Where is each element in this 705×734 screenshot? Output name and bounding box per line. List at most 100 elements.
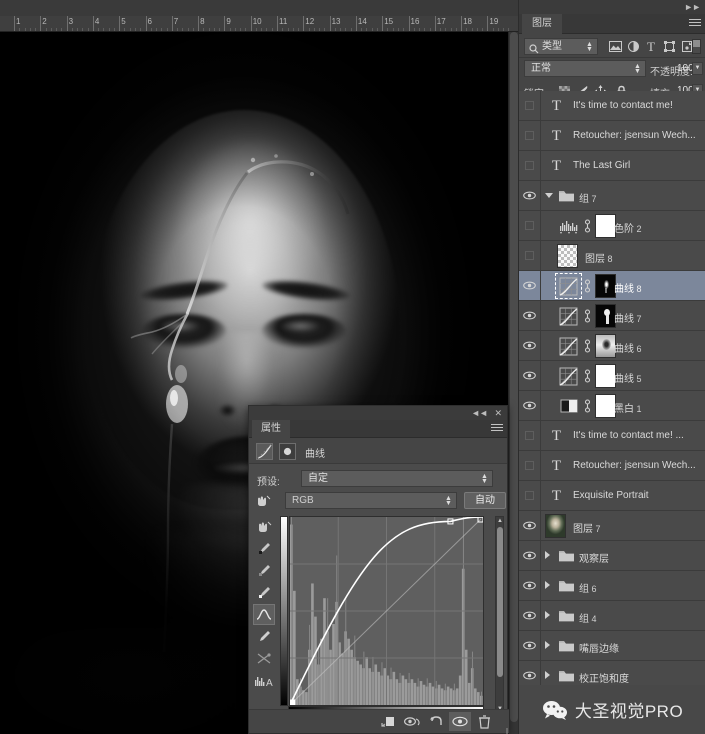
reset-button[interactable] (425, 712, 447, 731)
layer-visibility-toggle[interactable] (519, 421, 541, 450)
layer-visibility-toggle[interactable] (519, 121, 541, 150)
black-white-adjustment-icon[interactable] (557, 395, 580, 418)
on-image-adjust-tool[interactable] (253, 516, 275, 537)
levels-adjustment-icon[interactable] (557, 215, 580, 238)
layer-name[interactable]: It's time to contact me! ... (573, 430, 684, 441)
layer-row[interactable]: 组 4 (519, 601, 705, 631)
layer-row[interactable]: T It's time to contact me! ... (519, 421, 705, 451)
layer-visibility-toggle[interactable] (519, 541, 541, 570)
smooth-curve-tool[interactable] (253, 648, 275, 669)
layer-row[interactable]: T Exquisite Portrait (519, 481, 705, 511)
curves-adjustment-icon[interactable] (557, 365, 580, 388)
layer-name[interactable]: 组 7 (579, 190, 597, 205)
layer-name[interactable]: 曲线 8 (614, 280, 642, 295)
layer-row[interactable]: T Retoucher: jsensun Wech... (519, 121, 705, 151)
gray-point-eyedropper[interactable] (253, 560, 275, 581)
preset-select[interactable]: 自定 ▲ ▼ (301, 470, 493, 487)
tab-properties[interactable]: 属性 (252, 420, 290, 438)
properties-vertical-scrollbar[interactable]: ▲ ▼ (495, 516, 504, 714)
layer-mask-thumbnail[interactable] (595, 214, 616, 238)
layer-row[interactable]: T The Last Girl (519, 151, 705, 181)
layer-mask-thumbnail[interactable] (595, 334, 616, 358)
layer-visibility-toggle[interactable] (519, 271, 541, 300)
layer-visibility-toggle[interactable] (519, 361, 541, 390)
layer-visibility-toggle[interactable] (519, 91, 541, 120)
panel-menu-icon[interactable] (689, 19, 701, 29)
layer-name[interactable]: 图层 8 (585, 250, 613, 265)
layer-list[interactable]: T It's time to contact me! T Retoucher: jse… (519, 91, 705, 685)
link-mask-icon[interactable] (583, 338, 592, 354)
chevron-updown-icon[interactable]: ▲ ▼ (586, 41, 593, 53)
channel-select[interactable]: RGB ▲ ▼ (285, 492, 457, 509)
panel-menu-icon[interactable] (491, 424, 503, 434)
auto-button[interactable]: 自动 (464, 492, 506, 509)
shape-filter-icon[interactable] (661, 39, 677, 54)
layer-row[interactable]: 观察层 (519, 541, 705, 571)
delete-button[interactable] (473, 712, 495, 731)
scrollbar-thumb[interactable] (497, 527, 503, 677)
link-mask-icon[interactable] (583, 278, 592, 294)
layer-name[interactable]: 黑白 1 (614, 400, 642, 415)
layer-name[interactable]: 组 6 (579, 580, 597, 595)
opacity-dropdown-icon[interactable]: ▼ (692, 62, 703, 75)
white-point-eyedropper[interactable] (253, 582, 275, 603)
layer-visibility-toggle[interactable] (519, 391, 541, 420)
layer-visibility-toggle[interactable] (519, 571, 541, 600)
link-mask-icon[interactable] (583, 368, 592, 384)
panel-resize-grip[interactable] (499, 723, 508, 734)
curves-adjustment-icon[interactable] (557, 305, 580, 328)
collapse-icon[interactable]: ◄◄ (471, 408, 488, 418)
clip-to-layer-button[interactable] (377, 712, 399, 731)
view-previous-state-button[interactable] (401, 712, 423, 731)
layer-name[interactable]: Retoucher: jsensun Wech... (573, 460, 696, 471)
layer-visibility-toggle[interactable] (519, 601, 541, 630)
layer-row[interactable]: 曲线 6 (519, 331, 705, 361)
adjustment-filter-icon[interactable] (625, 39, 641, 54)
layer-row[interactable]: 曲线 5 (519, 361, 705, 391)
link-mask-icon[interactable] (583, 218, 592, 234)
black-point-eyedropper[interactable] (253, 538, 275, 559)
histogram-options-icon[interactable]: A (253, 670, 275, 691)
layer-visibility-toggle[interactable] (519, 241, 541, 270)
group-disclosure-triangle[interactable] (545, 193, 553, 198)
layer-name[interactable]: 曲线 6 (614, 340, 642, 355)
layer-name[interactable]: 色阶 2 (614, 220, 642, 235)
horizontal-ruler[interactable]: 1 2 3 4 5 6 7 8 9 10 11 12 13 14 15 16 17 18 19 (0, 16, 518, 32)
blend-mode-select[interactable]: 正常 ▲ ▼ (524, 60, 646, 77)
layer-visibility-toggle[interactable] (519, 511, 541, 540)
chevron-updown-icon[interactable]: ▲ ▼ (481, 473, 488, 485)
layer-row[interactable]: 色阶 2 (519, 211, 705, 241)
layer-visibility-toggle[interactable] (519, 631, 541, 660)
layer-row[interactable]: 图层 8 (519, 241, 705, 271)
close-icon[interactable]: ✕ (494, 408, 502, 418)
layer-thumbnail[interactable] (545, 514, 566, 538)
link-mask-icon[interactable] (583, 308, 592, 324)
on-image-adjust-icon[interactable] (255, 494, 271, 508)
scroll-up-arrow[interactable]: ▲ (497, 517, 503, 525)
layer-name[interactable]: 曲线 7 (614, 310, 642, 325)
layer-name[interactable]: It's time to contact me! (573, 100, 673, 111)
layer-row[interactable]: 校正饱和度 (519, 661, 705, 685)
curves-adjustment-icon[interactable] (557, 335, 580, 358)
layer-row[interactable]: T Retoucher: jsensun Wech... (519, 451, 705, 481)
group-disclosure-triangle[interactable] (545, 551, 550, 559)
layer-row[interactable]: 曲线 8 (519, 271, 705, 301)
layer-name[interactable]: The Last Girl (573, 160, 630, 171)
link-mask-icon[interactable] (583, 398, 592, 414)
layer-visibility-toggle[interactable] (519, 181, 541, 210)
layer-row[interactable]: T It's time to contact me! (519, 91, 705, 121)
layer-visibility-toggle[interactable] (519, 481, 541, 510)
layer-name[interactable]: 组 4 (579, 610, 597, 625)
layer-visibility-toggle[interactable] (519, 661, 541, 685)
chevron-updown-icon[interactable]: ▲ ▼ (634, 63, 641, 75)
layer-row[interactable]: 曲线 7 (519, 301, 705, 331)
group-disclosure-triangle[interactable] (545, 581, 550, 589)
tab-layers[interactable]: 图层 (522, 14, 562, 34)
curve-control-point[interactable] (290, 699, 296, 705)
layers-panel-titlebar[interactable]: ►► (519, 0, 705, 14)
pencil-tool[interactable] (253, 626, 275, 647)
layer-name[interactable]: Retoucher: jsensun Wech... (573, 130, 696, 141)
layer-mask-thumbnail[interactable] (595, 394, 616, 418)
group-disclosure-triangle[interactable] (545, 641, 550, 649)
toggle-visibility-button[interactable] (449, 712, 471, 731)
